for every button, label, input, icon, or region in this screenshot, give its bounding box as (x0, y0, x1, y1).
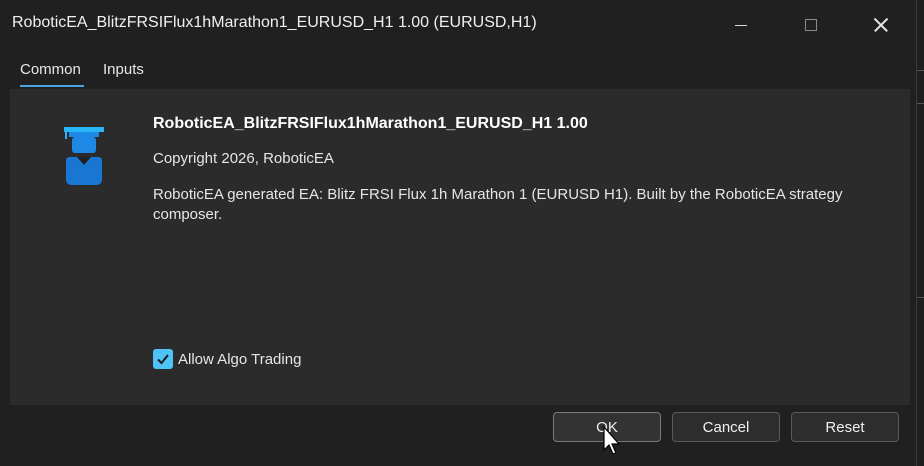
checkmark-icon (157, 354, 169, 365)
tab-bar: Common Inputs (10, 57, 910, 89)
maximize-icon (805, 19, 817, 31)
tab-common-label: Common (20, 61, 81, 78)
allow-algo-trading-option[interactable]: Allow Algo Trading (153, 348, 301, 370)
title-bar[interactable]: RoboticEA_BlitzFRSIFlux1hMarathon1_EURUS… (0, 0, 916, 50)
close-button[interactable] (846, 0, 916, 50)
minimize-icon (735, 24, 747, 26)
ea-description: RoboticEA generated EA: Blitz FRSI Flux … (153, 186, 843, 223)
tab-inputs-label: Inputs (103, 61, 144, 78)
expert-advisor-icon (64, 127, 104, 185)
common-tab-panel: RoboticEA_BlitzFRSIFlux1hMarathon1_EURUS… (10, 89, 910, 405)
active-tab-indicator (20, 85, 84, 87)
cancel-button[interactable]: Cancel (672, 412, 780, 442)
window-title: RoboticEA_BlitzFRSIFlux1hMarathon1_EURUS… (12, 14, 537, 31)
ea-properties-dialog: RoboticEA_BlitzFRSIFlux1hMarathon1_EURUS… (0, 0, 917, 466)
allow-algo-trading-checkbox[interactable] (153, 349, 173, 369)
ea-copyright: Copyright 2026, RoboticEA (153, 150, 334, 167)
minimize-button[interactable] (706, 0, 776, 50)
allow-algo-trading-label: Allow Algo Trading (178, 350, 302, 368)
maximize-button[interactable] (776, 0, 846, 50)
close-icon (873, 17, 889, 33)
reset-button[interactable]: Reset (791, 412, 899, 442)
mouse-pointer-icon (603, 426, 621, 455)
tab-inputs[interactable]: Inputs (93, 57, 154, 89)
ea-name: RoboticEA_BlitzFRSIFlux1hMarathon1_EURUS… (153, 115, 588, 132)
